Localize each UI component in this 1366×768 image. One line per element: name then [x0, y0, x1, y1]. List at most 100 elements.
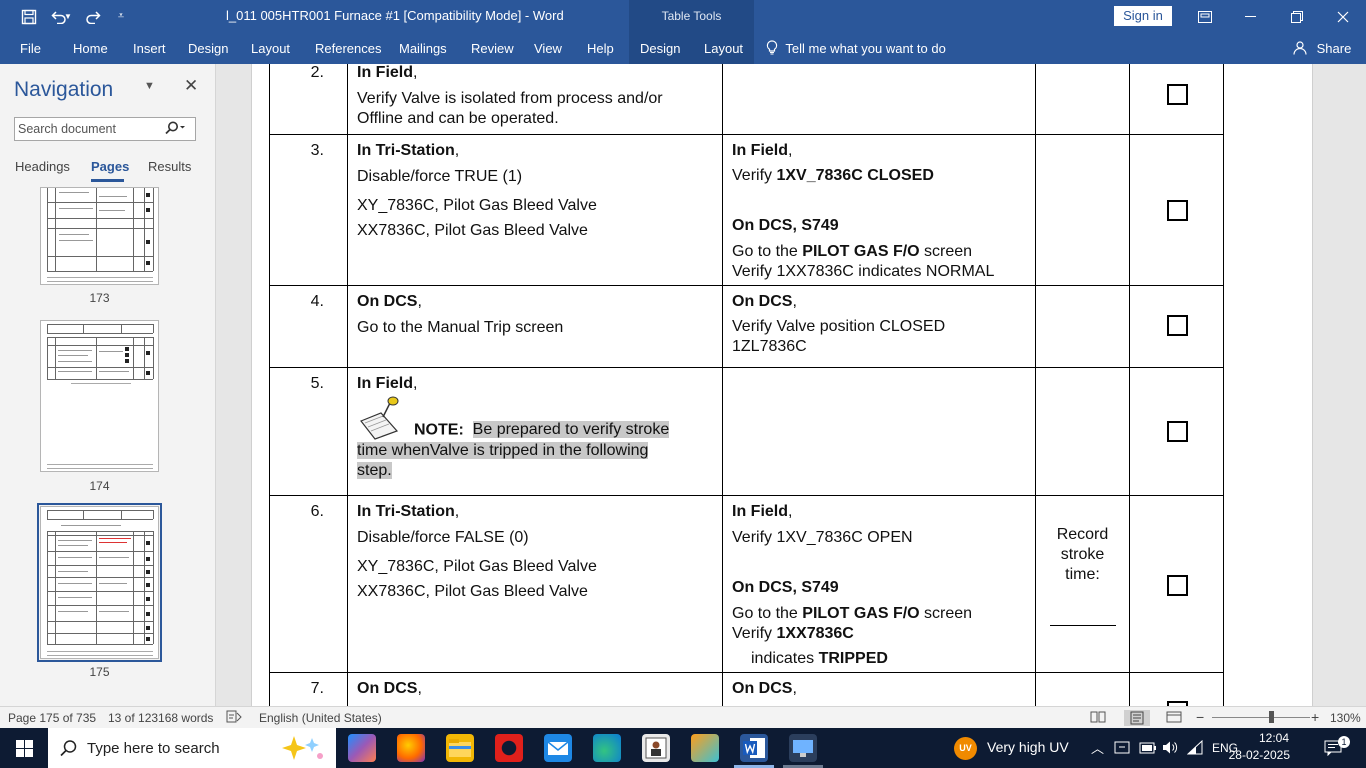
word-icon[interactable]: [740, 734, 768, 762]
pane-options-icon[interactable]: ▼: [144, 80, 155, 92]
tab-review[interactable]: Review: [471, 33, 514, 64]
checkbox-cell[interactable]: [1129, 134, 1224, 286]
ribbon-display-icon[interactable]: [1182, 0, 1228, 33]
verification-cell[interactable]: In Field, Verify 1XV_7836C CLOSED On DCS…: [722, 134, 1036, 286]
page-thumbnail-174[interactable]: [40, 320, 159, 472]
app-icon[interactable]: [642, 734, 670, 762]
remote-desktop-icon[interactable]: [789, 734, 817, 762]
close-pane-icon[interactable]: ✕: [184, 76, 198, 96]
weather-text[interactable]: Very high UV: [987, 739, 1069, 755]
chevron-up-icon[interactable]: ︿: [1091, 738, 1104, 757]
step-checkbox[interactable]: [1167, 421, 1188, 442]
word-count[interactable]: 13 of 123168 words: [108, 711, 213, 725]
remarks-cell[interactable]: [1035, 134, 1130, 286]
step-number: 5.: [269, 367, 348, 496]
tab-view[interactable]: View: [534, 33, 562, 64]
checkbox-cell[interactable]: [1129, 672, 1224, 706]
document-area[interactable]: 2. In Field, Verify Valve is isolated fr…: [217, 64, 1366, 706]
web-layout-icon[interactable]: [1166, 710, 1184, 726]
clock-time[interactable]: 12:04: [1249, 731, 1289, 745]
clock-date[interactable]: 28-02-2025: [1222, 748, 1290, 762]
tab-home[interactable]: Home: [73, 33, 108, 64]
verify-bold: 1XX7836C: [776, 625, 854, 642]
verification-cell[interactable]: [722, 64, 1036, 135]
action-cell[interactable]: In Tri-Station, Disable/force FALSE (0) …: [347, 495, 723, 673]
tab-insert[interactable]: Insert: [133, 33, 166, 64]
redo-icon[interactable]: [78, 0, 108, 33]
uv-weather-icon[interactable]: UV: [954, 737, 977, 760]
step-checkbox[interactable]: [1167, 200, 1188, 221]
step-checkbox[interactable]: [1167, 575, 1188, 596]
remarks-cell[interactable]: [1035, 64, 1130, 135]
print-layout-icon[interactable]: [1124, 710, 1150, 726]
search-icon[interactable]: [165, 121, 185, 138]
undo-dropdown-icon[interactable]: ▼: [60, 0, 76, 33]
verification-cell[interactable]: [722, 367, 1036, 496]
save-icon[interactable]: [14, 0, 44, 33]
firefox-icon[interactable]: [397, 734, 425, 762]
tab-design[interactable]: Design: [188, 33, 228, 64]
taskbar-search-box[interactable]: Type here to search: [48, 728, 336, 768]
minimize-icon[interactable]: [1228, 0, 1274, 33]
checkbox-cell[interactable]: [1129, 64, 1224, 135]
step-checkbox[interactable]: [1167, 84, 1188, 105]
volume-icon[interactable]: [1162, 740, 1178, 760]
file-explorer-icon[interactable]: [446, 734, 474, 762]
action-cell[interactable]: In Tri-Station, Disable/force TRUE (1) X…: [347, 134, 723, 286]
instruction-text: Verify Valve is isolated from process an…: [357, 89, 663, 107]
step-checkbox[interactable]: [1167, 315, 1188, 336]
gallery-icon[interactable]: [691, 734, 719, 762]
tab-results[interactable]: Results: [148, 159, 191, 174]
share-button[interactable]: Share: [1293, 33, 1351, 64]
table-row: 4. On DCS, Go to the Manual Trip screen …: [269, 285, 1224, 368]
page-thumbnail-173[interactable]: [40, 187, 159, 285]
verification-cell[interactable]: On DCS,: [722, 672, 1036, 706]
tab-mailings[interactable]: Mailings: [399, 33, 447, 64]
customize-toolbar-icon[interactable]: ⩡: [106, 0, 136, 33]
tray-app-icon[interactable]: [1114, 740, 1130, 760]
windows-start-icon[interactable]: [0, 728, 48, 768]
tab-table-design[interactable]: Design: [640, 33, 680, 64]
zoom-slider[interactable]: [1212, 717, 1310, 718]
remarks-cell[interactable]: [1035, 285, 1130, 368]
language-indicator[interactable]: English (United States): [259, 711, 382, 725]
zoom-out-icon[interactable]: −: [1196, 709, 1204, 725]
tab-layout[interactable]: Layout: [251, 33, 290, 64]
mail-icon[interactable]: [544, 734, 572, 762]
action-cell[interactable]: In Field, Verify Valve is isolated from …: [347, 64, 723, 135]
opera-icon[interactable]: [495, 734, 523, 762]
action-cell[interactable]: On DCS,: [347, 672, 723, 706]
checkbox-cell[interactable]: [1129, 367, 1224, 496]
tab-pages[interactable]: Pages: [91, 159, 129, 174]
sign-in-button[interactable]: Sign in: [1114, 6, 1172, 26]
action-cell[interactable]: In Field, NOTE: Be prepared to verify st…: [347, 367, 723, 496]
close-icon[interactable]: [1320, 0, 1366, 33]
tab-file[interactable]: File: [20, 33, 41, 64]
tab-headings[interactable]: Headings: [15, 159, 70, 174]
stroke-time-entry-line[interactable]: [1049, 625, 1116, 626]
verification-cell[interactable]: On DCS, Verify Valve position CLOSED 1ZL…: [722, 285, 1036, 368]
page-thumbnail-175[interactable]: [37, 503, 162, 662]
remarks-cell[interactable]: [1035, 672, 1130, 706]
wifi-icon[interactable]: [1186, 739, 1203, 760]
zoom-level[interactable]: 130%: [1330, 711, 1361, 725]
checkbox-cell[interactable]: [1129, 285, 1224, 368]
edge-icon[interactable]: [593, 734, 621, 762]
tab-references[interactable]: References: [315, 33, 381, 64]
remarks-cell[interactable]: [1035, 367, 1130, 496]
tab-table-layout[interactable]: Layout: [704, 33, 743, 64]
zoom-in-icon[interactable]: +: [1311, 709, 1319, 725]
zoom-slider-thumb[interactable]: [1268, 711, 1274, 723]
page-count[interactable]: Page 175 of 735: [8, 711, 96, 725]
checkbox-cell[interactable]: [1129, 495, 1224, 673]
verification-cell[interactable]: In Field, Verify 1XV_7836C OPEN On DCS, …: [722, 495, 1036, 673]
tell-me-search[interactable]: Tell me what you want to do: [766, 33, 946, 64]
proofing-icon[interactable]: [226, 710, 242, 727]
remarks-cell[interactable]: Record stroke time:: [1035, 495, 1130, 673]
read-mode-icon[interactable]: [1090, 710, 1108, 726]
copilot-icon[interactable]: [348, 734, 376, 762]
battery-icon[interactable]: [1139, 741, 1157, 759]
action-cell[interactable]: On DCS, Go to the Manual Trip screen: [347, 285, 723, 368]
restore-icon[interactable]: [1274, 0, 1320, 33]
tab-help[interactable]: Help: [587, 33, 614, 64]
